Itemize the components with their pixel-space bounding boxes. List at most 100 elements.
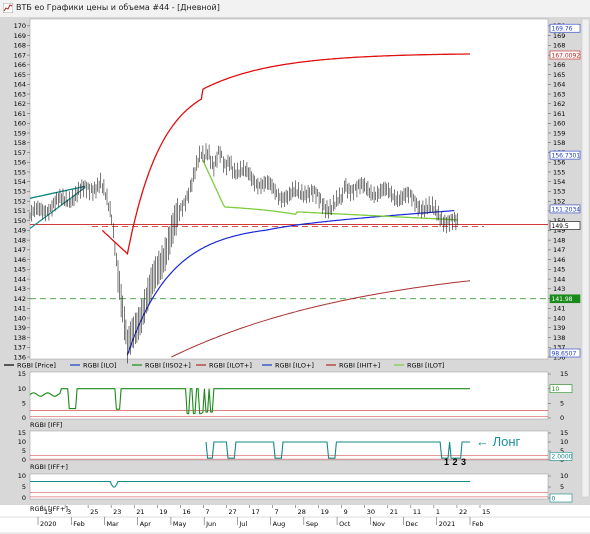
value-marker: 156.7301 [549,150,581,160]
time-tick-day: 28 [298,508,306,516]
price-tick-label-left: 145 [14,266,26,274]
plot-area[interactable]: 1701701691691681681671671661661651651641… [0,17,590,532]
panel-tick-left: 5 [22,483,26,491]
price-tick-label-right: 141 [553,305,565,313]
panel-tick-right: 15 [560,429,568,437]
price-tick-label-right: 140 [553,314,565,322]
panel-tick-left: 10 [18,438,26,446]
price-tick-label-right: 160 [553,120,565,128]
time-tick-month: Nov [372,520,385,528]
price-tick-label-right: 162 [553,100,565,108]
price-tick-label-left: 161 [14,110,26,118]
price-tick-label-right: 159 [553,129,565,137]
price-tick-label-left: 169 [14,32,26,40]
price-tick-label-right: 165 [553,71,565,79]
price-tick-label-right: 164 [553,81,565,89]
price-tick-label-left: 157 [14,149,26,157]
price-tick-label-left: 154 [14,178,26,186]
value-marker-label: 149.5 [552,223,569,230]
price-tick-label-right: 154 [553,178,565,186]
price-tick-label-left: 148 [14,236,26,244]
time-tick-day: 9 [344,508,348,516]
price-tick-label-right: 155 [553,168,565,176]
time-tick-month: Feb [472,520,484,528]
time-axis-frame [0,505,590,532]
panel-tick-right: 5 [560,400,564,408]
value-marker: 98.6507 [549,348,581,357]
panel-tick-left: 10 [18,385,26,393]
value-marker: 149.5 [549,221,581,230]
time-tick-month: Dec [406,520,419,528]
time-tick-day: 1 [436,508,440,516]
time-tick-month: 2021 [439,520,456,528]
price-tick-label-right: 144 [553,275,565,283]
price-tick-label-left: 165 [14,71,26,79]
panel-tick-left: 0 [22,494,26,502]
price-tick-label-left: 139 [14,324,26,332]
vertical-scrollbar[interactable] [581,18,590,498]
price-tick-label-left: 170 [14,22,26,30]
price-tick-label-right: 163 [553,90,565,98]
panel-value-label: 0 [552,495,556,502]
panel-tick-left: 15 [18,370,26,378]
price-tick-label-right: 147 [553,246,565,254]
time-tick-day: 17 [251,508,259,516]
window-title: ВТБ ео Графики цены и объема #44 - [Днев… [16,3,220,12]
chart-window: ВТБ ео Графики цены и объема #44 - [Днев… [0,0,590,532]
price-tick-label-right: 156 [553,159,565,167]
price-tick-label-right: 146 [553,256,565,264]
time-tick-month: Mar [106,520,119,528]
signal-numbers: 1 2 3 [444,457,467,467]
price-tick-label-right: 166 [553,61,565,69]
price-tick-label-left: 144 [14,275,26,283]
legend-label: RGBI [Price] [17,362,56,370]
price-tick-label-left: 167 [14,51,26,59]
value-marker-label: 98.6507 [552,350,577,357]
price-tick-label-left: 149 [14,227,26,235]
price-tick-label-right: 158 [553,139,565,147]
panel-tick-right: 5 [560,483,564,491]
panel-tick-right: 15 [560,370,568,378]
panel1-frame [29,371,549,420]
price-tick-label-right: 168 [553,42,565,50]
time-tick-month: Sep [306,520,318,528]
price-tick-label-left: 142 [14,295,26,303]
price-tick-label-right: 153 [553,188,565,196]
value-marker: 151.2034 [549,204,580,213]
value-marker: 167.0092 [549,50,581,59]
price-tick-label-left: 143 [14,285,26,293]
price-tick-label-left: 147 [14,246,26,254]
price-tick-label-left: 156 [14,159,26,167]
chart-canvas[interactable]: 1701701691691681681671671661661651651641… [0,17,590,532]
price-tick-label-right: 139 [553,324,565,332]
time-tick-day: 7 [275,508,279,516]
price-tick-label-left: 155 [14,168,26,176]
price-tick-label-right: 148 [553,236,565,244]
panel-tick-left: 0 [22,414,26,422]
price-tick-label-left: 153 [14,188,26,196]
panel-label: RGBI [IFF+] [30,463,68,471]
value-marker-label: 156.7301 [552,153,581,160]
time-tick-month: Jun [205,520,216,528]
title-bar: ВТБ ео Графики цены и объема #44 - [Днев… [0,0,590,18]
price-tick-label-left: 168 [14,42,26,50]
time-tick-day: 27 [228,508,236,516]
panel-tick-left: 0 [22,456,26,464]
legend-label: RGBI [ILO] [83,362,117,370]
time-tick-day: 15 [482,508,490,516]
long-annotation: ← Лонг [476,434,521,449]
value-marker-label: 167.0092 [552,52,581,59]
time-tick-day: 22 [459,508,467,516]
price-tick-label-left: 162 [14,100,26,108]
time-tick-day: 21 [390,508,398,516]
chart-app-icon [3,3,13,13]
panel-tick-left: 5 [22,447,26,455]
panel-value-label: 2.0000 [552,454,573,461]
time-tick-day: 30 [367,508,375,516]
panel-tick-right: 0 [560,414,564,422]
legend-label: RGBI [ILOT] [407,362,444,370]
legend-label: RGBI [ILO+] [275,362,314,370]
panel-tick-right: 10 [560,438,568,446]
value-marker-label: 169.76 [552,26,573,33]
panel-value-label: 10 [552,386,560,393]
